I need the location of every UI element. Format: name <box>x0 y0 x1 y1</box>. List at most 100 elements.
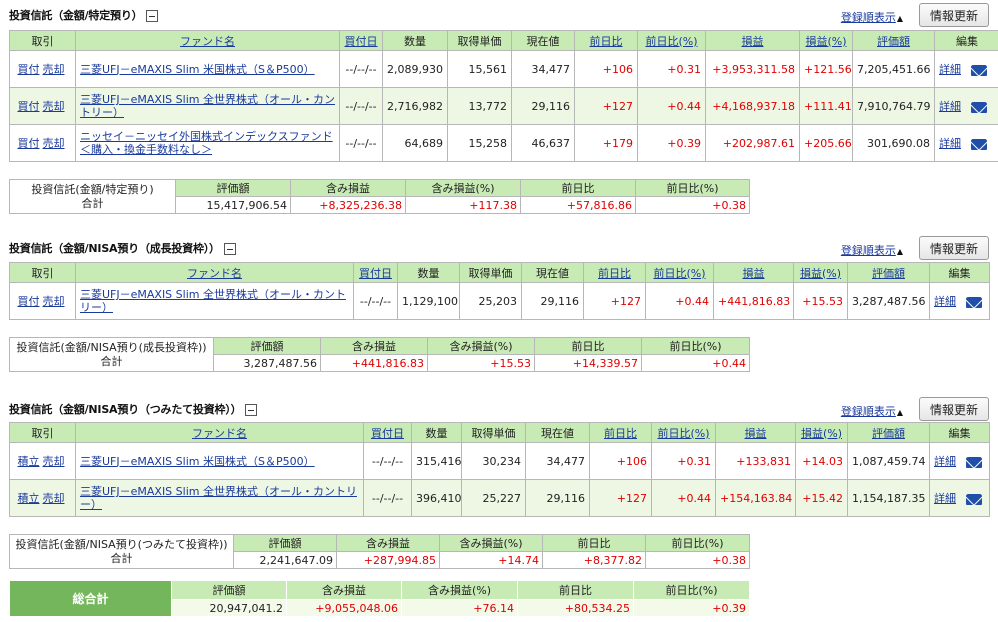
summary-header-row: 投資信託(金額/NISA預り(つみたて投資枠)) 合計 評価額 含み損益 含み損益… <box>9 534 750 569</box>
sell-link[interactable]: 売却 <box>43 63 65 76</box>
col-change-pct[interactable]: 前日比(%) <box>651 422 716 443</box>
fund-name-cell: 三菱UFJ－eMAXIS Slim 米国株式（S＆P500） <box>75 50 340 88</box>
accumulate-link[interactable]: 積立 <box>18 455 40 468</box>
mail-icon[interactable] <box>971 138 987 150</box>
refresh-button[interactable]: 情報更新 <box>919 236 989 260</box>
edit-cell: 詳細 <box>929 479 990 517</box>
detail-link[interactable]: 詳細 <box>934 295 956 308</box>
value: 7,910,764.79 <box>852 87 935 125</box>
sell-link[interactable]: 売却 <box>43 137 65 150</box>
change-pct: +0.39 <box>637 124 706 162</box>
section-header: 投資信託（金額/NISA預り（つみたて投資枠）） 登録順表示▲ 情報更新 <box>9 397 989 421</box>
col-change-pct[interactable]: 前日比(%) <box>637 30 706 51</box>
buy-link[interactable]: 買付 <box>18 137 40 150</box>
buy-date: --/--/-- <box>353 282 398 320</box>
col-value[interactable]: 評価額 <box>847 422 930 443</box>
col-buy-date[interactable]: 買付日 <box>363 422 412 443</box>
col-pl[interactable]: 損益 <box>713 262 794 283</box>
mail-icon[interactable] <box>966 493 982 505</box>
col-change-pct[interactable]: 前日比(%) <box>645 262 714 283</box>
sell-link[interactable]: 売却 <box>43 492 65 505</box>
pl-pct: +15.42 <box>795 479 848 517</box>
sell-link[interactable]: 売却 <box>43 100 65 113</box>
edit-cell: 詳細 <box>934 50 998 88</box>
grand-total-change: +80,534.25 <box>517 599 634 617</box>
col-fund-name[interactable]: ファンド名 <box>75 422 364 443</box>
fund-link[interactable]: 三菱UFJ－eMAXIS Slim 全世界株式（オール・カントリー） <box>80 485 359 511</box>
sell-link[interactable]: 売却 <box>43 455 65 468</box>
collapse-minus-icon[interactable] <box>223 243 236 255</box>
col-pl[interactable]: 損益 <box>715 422 796 443</box>
table-header-row: 取引 ファンド名 買付日 数量 取得単価 現在値 前日比 前日比(%) 損益 損… <box>9 422 990 443</box>
summary-value: 15,417,906.54 <box>175 196 291 214</box>
col-fund-name[interactable]: ファンド名 <box>75 30 340 51</box>
accumulate-link[interactable]: 積立 <box>18 492 40 505</box>
fund-link[interactable]: 三菱UFJ－eMAXIS Slim 全世界株式（オール・カントリー） <box>80 93 335 119</box>
col-buy-date[interactable]: 買付日 <box>339 30 383 51</box>
value: 1,154,187.35 <box>847 479 930 517</box>
trade-actions: 買付 売却 <box>9 124 76 162</box>
mail-icon[interactable] <box>971 64 987 76</box>
grand-total-header-row: 総合計 評価額 含み損益 含み損益(%) 前日比 前日比(%) <box>9 580 750 617</box>
buy-link[interactable]: 買付 <box>18 295 40 308</box>
mail-icon[interactable] <box>966 296 982 308</box>
col-pl[interactable]: 損益 <box>705 30 800 51</box>
order-display-link[interactable]: 登録順表示▲ <box>841 242 903 258</box>
mail-icon[interactable] <box>966 456 982 468</box>
pl: +202,987.61 <box>705 124 800 162</box>
col-price: 現在値 <box>525 422 590 443</box>
summary-unrealized: +441,816.83 <box>320 354 428 372</box>
detail-link[interactable]: 詳細 <box>934 455 956 468</box>
col-fund-name[interactable]: ファンド名 <box>75 262 354 283</box>
buy-link[interactable]: 買付 <box>18 100 40 113</box>
col-trade: 取引 <box>9 30 76 51</box>
value: 7,205,451.66 <box>852 50 935 88</box>
col-pl-pct[interactable]: 損益(%) <box>795 422 848 443</box>
summary-col: 評価額 <box>233 534 337 552</box>
pl: +3,953,311.58 <box>705 50 800 88</box>
collapse-minus-icon[interactable] <box>146 10 159 22</box>
detail-link[interactable]: 詳細 <box>939 137 961 150</box>
table-row: 買付 売却 三菱UFJ－eMAXIS Slim 全世界株式（オール・カントリー） … <box>9 87 998 125</box>
col-pl-pct[interactable]: 損益(%) <box>793 262 848 283</box>
fund-link[interactable]: 三菱UFJ－eMAXIS Slim 米国株式（S＆P500） <box>80 63 335 76</box>
table-row: 買付 売却 三菱UFJ－eMAXIS Slim 全世界株式（オール・カントリー） … <box>9 282 990 320</box>
refresh-button[interactable]: 情報更新 <box>919 397 989 421</box>
col-trade: 取引 <box>9 422 76 443</box>
fund-link[interactable]: 三菱UFJ－eMAXIS Slim 米国株式（S＆P500） <box>80 455 359 468</box>
col-pl-pct[interactable]: 損益(%) <box>799 30 853 51</box>
col-buy-date[interactable]: 買付日 <box>353 262 398 283</box>
triangle-up-icon: ▲ <box>896 408 903 417</box>
sell-link[interactable]: 売却 <box>43 295 65 308</box>
refresh-button[interactable]: 情報更新 <box>919 3 989 27</box>
col-change[interactable]: 前日比 <box>589 422 652 443</box>
summary-change: +14,339.57 <box>534 354 642 372</box>
fund-link[interactable]: 三菱UFJ－eMAXIS Slim 全世界株式（オール・カントリー） <box>80 288 349 314</box>
grand-total-unrealized: +9,055,048.06 <box>286 599 402 617</box>
pl: +154,163.84 <box>715 479 796 517</box>
summary-value: 3,287,487.56 <box>213 354 321 372</box>
buy-link[interactable]: 買付 <box>18 63 40 76</box>
summary-unrealized-pct: +14.74 <box>439 551 543 569</box>
col-price: 現在値 <box>511 30 575 51</box>
col-value[interactable]: 評価額 <box>847 262 930 283</box>
grand-total-label: 総合計 <box>9 580 172 617</box>
mail-icon[interactable] <box>971 101 987 113</box>
change: +106 <box>589 442 652 480</box>
order-display-link[interactable]: 登録順表示▲ <box>841 9 903 25</box>
table-header-row: 取引 ファンド名 買付日 数量 取得単価 現在値 前日比 前日比(%) 損益 損… <box>9 30 998 51</box>
order-display-link[interactable]: 登録順表示▲ <box>841 403 903 419</box>
fund-link[interactable]: ニッセイ－ニッセイ外国株式インデックスファンド＜購入・換金手数料なし＞ <box>80 130 335 156</box>
detail-link[interactable]: 詳細 <box>934 492 956 505</box>
detail-link[interactable]: 詳細 <box>939 100 961 113</box>
cost: 15,258 <box>447 124 512 162</box>
col-change[interactable]: 前日比 <box>583 262 646 283</box>
col-change[interactable]: 前日比 <box>574 30 638 51</box>
col-value[interactable]: 評価額 <box>852 30 935 51</box>
edit-cell: 詳細 <box>934 87 998 125</box>
cost: 13,772 <box>447 87 512 125</box>
trade-actions: 買付 売却 <box>9 282 76 320</box>
edit-cell: 詳細 <box>934 124 998 162</box>
collapse-minus-icon[interactable] <box>245 404 258 416</box>
detail-link[interactable]: 詳細 <box>939 63 961 76</box>
